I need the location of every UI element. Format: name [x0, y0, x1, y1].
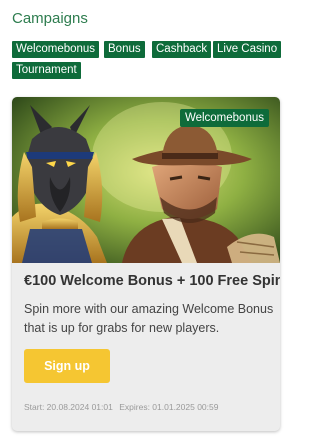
tag-bonus[interactable]: Bonus: [104, 41, 145, 58]
tag-live-casino[interactable]: Live Casino: [213, 41, 282, 58]
campaign-card[interactable]: Welcomebonus €100 Welcome Bonus + 100 Fr…: [12, 97, 280, 431]
tag-tournament[interactable]: Tournament: [12, 62, 81, 79]
sign-up-button[interactable]: Sign up: [24, 349, 110, 383]
expiry-date: Expires: 01.01.2025 00:59: [119, 402, 219, 412]
campaign-description: Spin more with our amazing Welcome Bonus…: [24, 302, 274, 335]
start-date: Start: 20.08.2024 01:01: [24, 402, 113, 412]
tag-cashback[interactable]: Cashback: [152, 41, 212, 58]
campaign-title: €100 Welcome Bonus + 100 Free Spins: [24, 273, 280, 289]
category-badge: Welcomebonus: [179, 109, 269, 127]
section-title: Campaigns: [12, 10, 88, 27]
tag-welcomebonus[interactable]: Welcomebonus: [12, 41, 100, 58]
campaign-dates: Start: 20.08.2024 01:01 Expires: 01.01.2…: [24, 402, 222, 412]
campaign-hero-image[interactable]: Welcomebonus: [12, 97, 280, 263]
